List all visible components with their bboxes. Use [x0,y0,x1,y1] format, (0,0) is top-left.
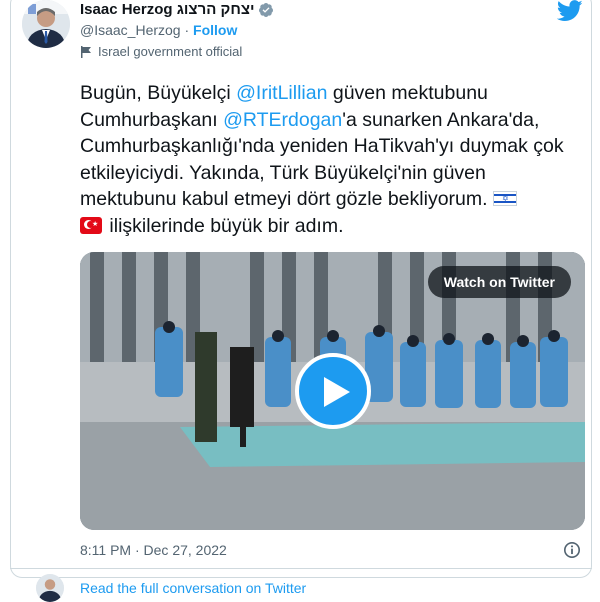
tweet-text-part4: ilişkilerinde büyük bir adım. [104,214,344,237]
account-label: Israel government official [98,44,243,59]
play-button[interactable] [295,353,371,429]
mention-rterdogan[interactable]: @RTErdogan [223,109,342,131]
follow-link[interactable]: Follow [193,22,237,38]
tweet-text-part1: Bugün, Büyükelçi [80,82,237,104]
author-name[interactable]: Isaac Herzog יצחק הרצוג [80,1,254,18]
divider [10,568,592,569]
play-icon [324,377,350,407]
info-icon[interactable] [563,541,581,559]
twitter-bird-icon[interactable] [557,0,583,22]
handle-row: @Isaac_Herzog · Follow [80,22,237,38]
video-player[interactable]: Watch on Twitter [80,252,585,530]
verified-badge-icon [259,2,274,17]
author-handle[interactable]: @Isaac_Herzog [80,22,181,38]
author-name-row[interactable]: Isaac Herzog יצחק הרצוג [80,1,274,18]
tweet-timestamp[interactable]: 8:11 PM · Dec 27, 2022 [80,542,227,558]
mention-iritlillian[interactable]: @IritLillian [236,82,327,104]
account-label-row: Israel government official [80,44,242,59]
footer-avatar [36,574,64,602]
handle-separator: · [180,22,194,38]
tweet-text: Bugün, Büyükelçi @IritLillian güven mekt… [80,80,585,239]
turkey-flag-emoji: ★ [80,216,102,234]
israel-flag-emoji: ✡ [492,191,517,206]
read-full-conversation-link[interactable]: Read the full conversation on Twitter [80,580,306,596]
flag-icon [81,45,91,58]
watch-on-twitter-button[interactable]: Watch on Twitter [427,266,571,298]
author-avatar[interactable] [22,0,70,48]
